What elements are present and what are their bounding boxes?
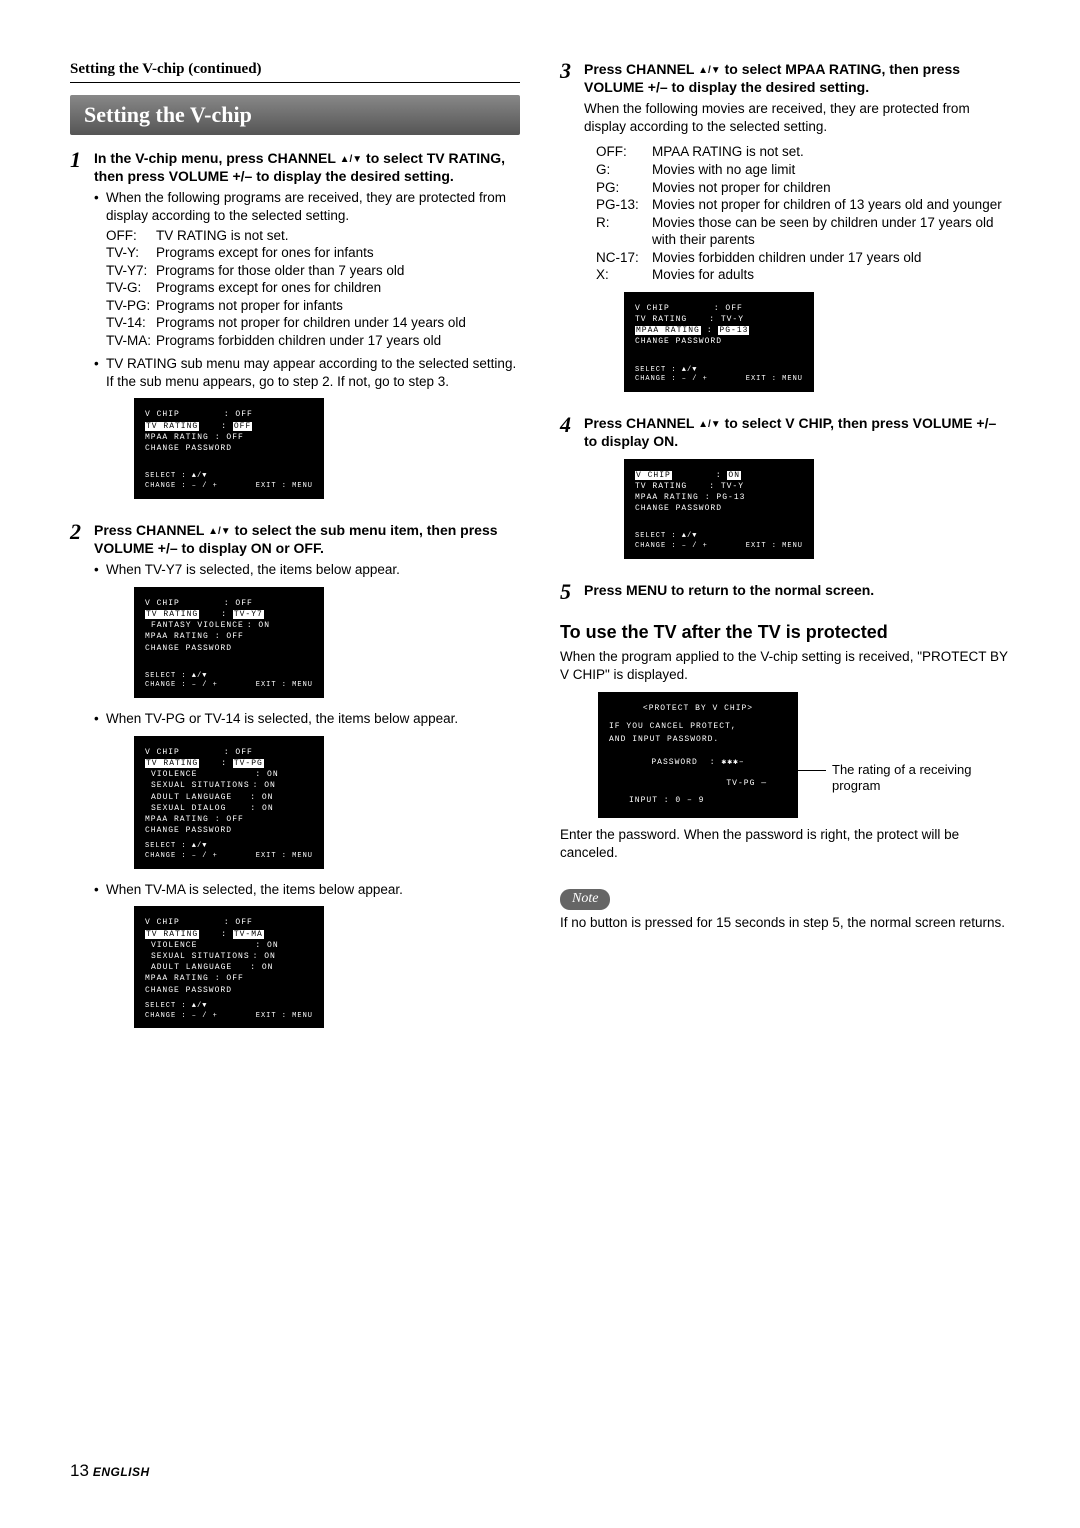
step2-bullet1: When TV-Y7 is selected, the items below … bbox=[106, 561, 520, 579]
step1-heading: In the V-chip menu, press CHANNEL ▲/▼ to… bbox=[94, 149, 520, 185]
step5-heading: Press MENU to return to the normal scree… bbox=[584, 581, 1010, 599]
note-badge: Note bbox=[560, 889, 610, 909]
step-number: 5 bbox=[560, 581, 584, 603]
callout-text: The rating of a receiving program bbox=[832, 762, 972, 796]
breadcrumb: Setting the V-chip (continued) bbox=[70, 60, 520, 83]
step-4: 4 Press CHANNEL ▲/▼ to select V CHIP, th… bbox=[560, 414, 1010, 571]
osd-screen-2: V CHIP: OFF TV RATING: TV-Y7 FANTASY VIO… bbox=[134, 587, 324, 699]
use-after-p1: When the program applied to the V-chip s… bbox=[560, 648, 1010, 683]
section-title: Setting the V-chip bbox=[70, 95, 520, 136]
osd-screen-5: V CHIP: OFF TV RATING: TV-Y MPAA RATING:… bbox=[624, 292, 814, 392]
page-footer: 13 ENGLISH bbox=[70, 1460, 150, 1482]
osd-protect-screen: <PROTECT BY V CHIP> IF YOU CANCEL PROTEC… bbox=[598, 692, 798, 819]
step-number: 2 bbox=[70, 521, 94, 1041]
footer-language: ENGLISH bbox=[93, 1465, 150, 1479]
step-5: 5 Press MENU to return to the normal scr… bbox=[560, 581, 1010, 603]
step2-bullet3: When TV-MA is selected, the items below … bbox=[106, 881, 520, 899]
triangle-up-down-icon: ▲/▼ bbox=[208, 526, 231, 537]
step2-bullet2: When TV-PG or TV-14 is selected, the ite… bbox=[106, 710, 520, 728]
step3-heading: Press CHANNEL ▲/▼ to select MPAA RATING,… bbox=[584, 60, 1010, 96]
step-3: 3 Press CHANNEL ▲/▼ to select MPAA RATIN… bbox=[560, 60, 1010, 404]
osd-screen-1: V CHIP: OFF TV RATING: OFF MPAA RATING: … bbox=[134, 398, 324, 498]
step-2: 2 Press CHANNEL ▲/▼ to select the sub me… bbox=[70, 521, 520, 1041]
page-number: 13 bbox=[70, 1461, 89, 1480]
step1-bullet2: TV RATING sub menu may appear according … bbox=[106, 355, 520, 390]
step-1: 1 In the V-chip menu, press CHANNEL ▲/▼ … bbox=[70, 149, 520, 511]
triangle-up-down-icon: ▲/▼ bbox=[698, 419, 721, 430]
step1-bullet1: When the following programs are received… bbox=[106, 189, 520, 224]
callout-line bbox=[786, 770, 826, 771]
triangle-up-down-icon: ▲/▼ bbox=[340, 154, 363, 165]
step3-intro: When the following movies are received, … bbox=[584, 100, 1010, 135]
osd-screen-3: V CHIP: OFF TV RATING: TV-PG VIOLENCE: O… bbox=[134, 736, 324, 869]
osd-screen-4: V CHIP: OFF TV RATING: TV-MA VIOLENCE: O… bbox=[134, 906, 324, 1028]
step-number: 3 bbox=[560, 60, 584, 404]
note-text: If no button is pressed for 15 seconds i… bbox=[560, 914, 1010, 932]
use-after-p2: Enter the password. When the password is… bbox=[560, 826, 1010, 861]
step2-heading: Press CHANNEL ▲/▼ to select the sub menu… bbox=[94, 521, 520, 557]
step4-heading: Press CHANNEL ▲/▼ to select V CHIP, then… bbox=[584, 414, 1010, 450]
osd-screen-6: V CHIP: ON TV RATING: TV-Y MPAA RATING: … bbox=[624, 459, 814, 559]
step-number: 4 bbox=[560, 414, 584, 571]
use-after-title: To use the TV after the TV is protected bbox=[560, 621, 1010, 644]
step-number: 1 bbox=[70, 149, 94, 511]
triangle-up-down-icon: ▲/▼ bbox=[698, 65, 721, 76]
